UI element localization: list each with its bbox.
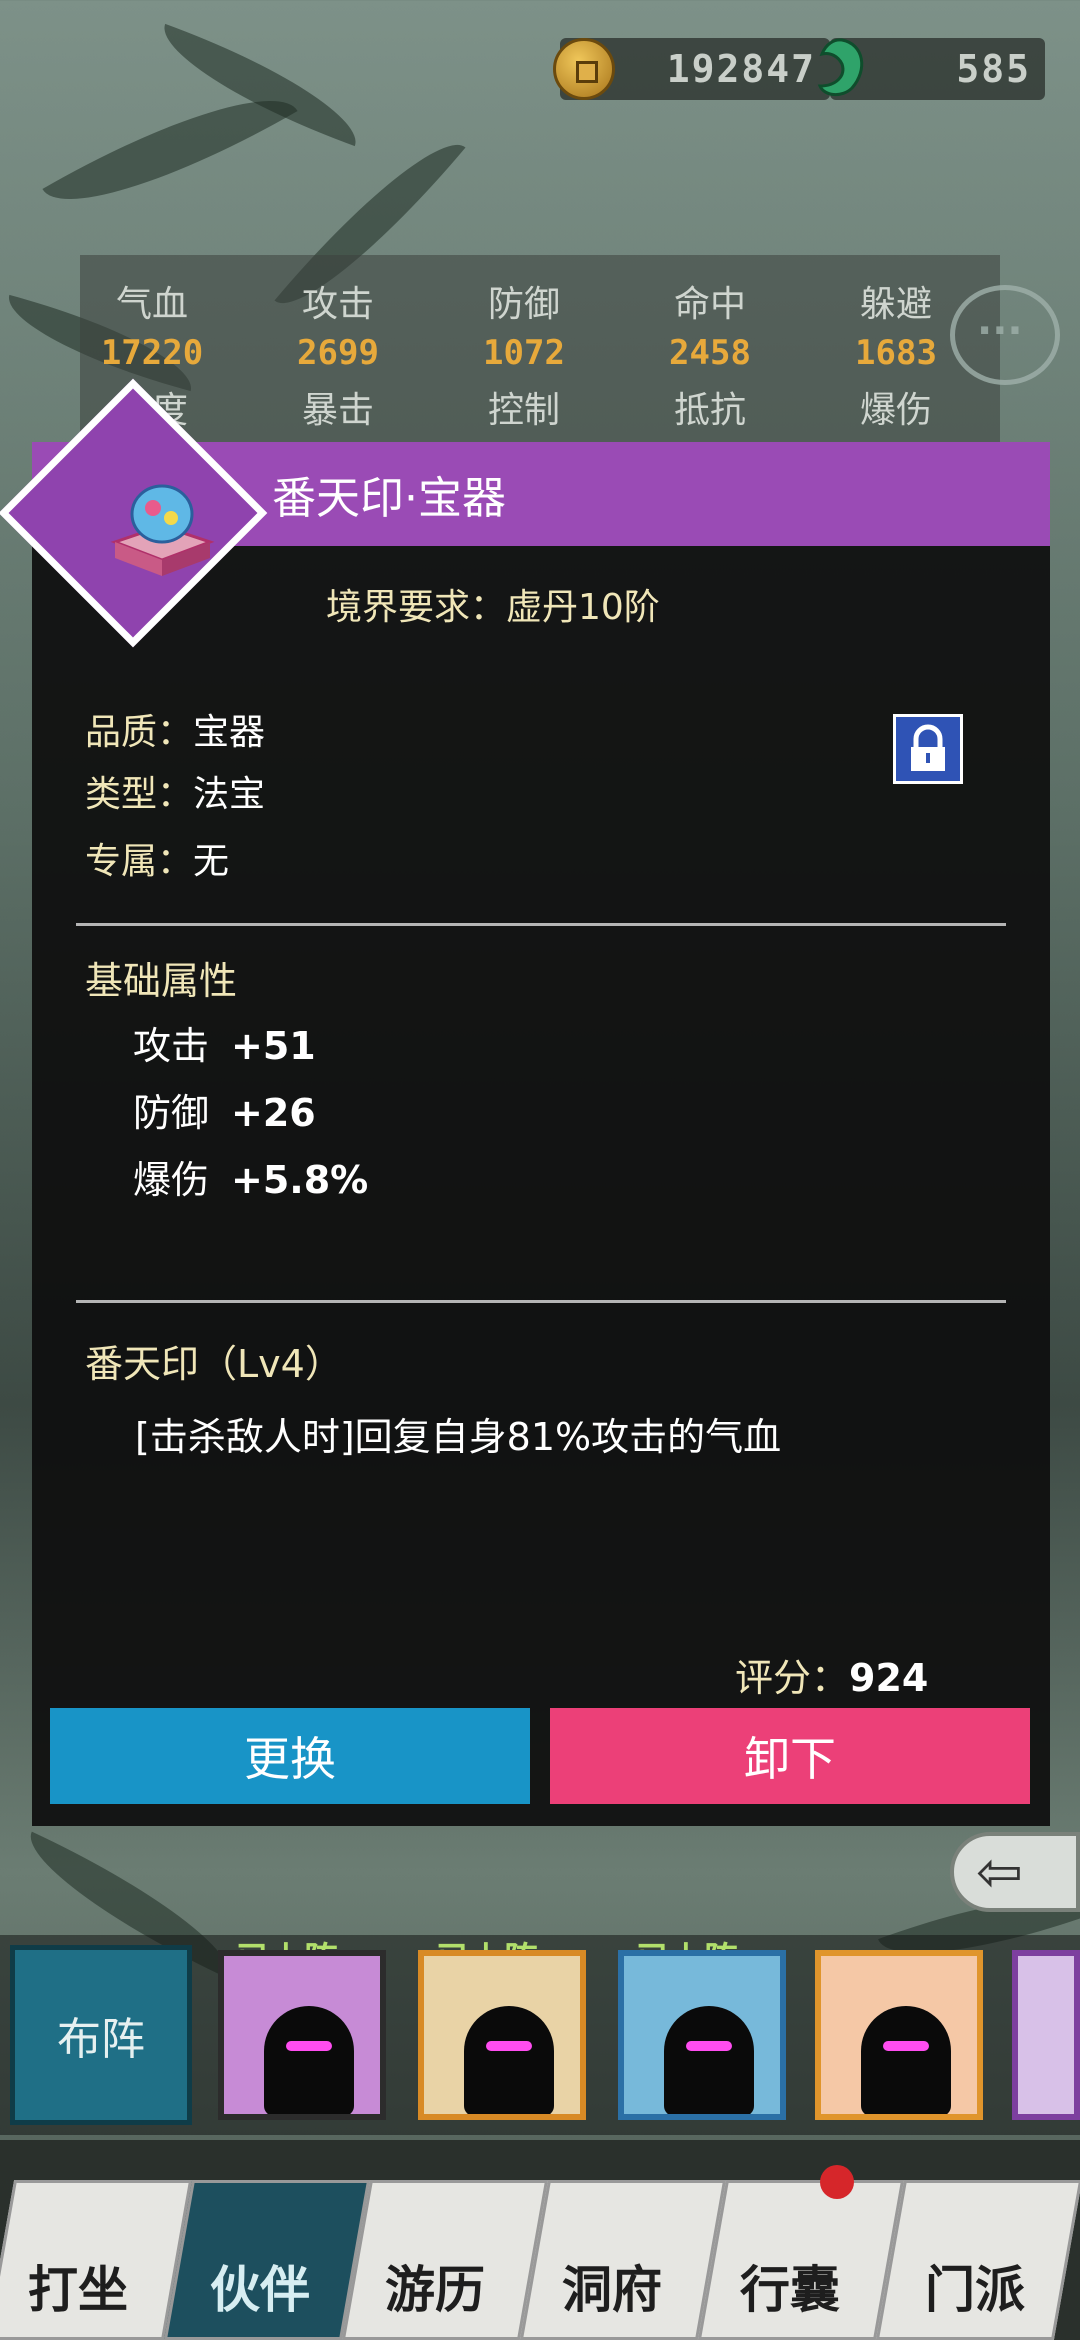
stat-label: 爆伤 [859, 390, 932, 431]
chat-bubble-icon[interactable] [950, 285, 1060, 385]
nav-label: 行囊 [740, 2261, 840, 2319]
stat-label: 暴击 [301, 390, 374, 431]
attr-value: +26 [231, 1091, 316, 1135]
arrow-left-icon: ⇦ [976, 1840, 1023, 1905]
score-value: 924 [849, 1656, 929, 1700]
companion-silhouette [264, 2006, 354, 2114]
attr-name: 攻击 [133, 1024, 210, 1068]
exclusive-label: 专属： [85, 841, 194, 882]
score: 评分：924 [735, 1647, 928, 1702]
type-label: 类型： [85, 774, 194, 815]
skill-description: [击杀敌人时]回复自身81%攻击的气血 [135, 1415, 782, 1459]
stat-label: 防御 [487, 284, 560, 325]
stat-value: 1072 [483, 333, 565, 373]
exclusive-value: 无 [193, 841, 230, 882]
lineup-button[interactable]: 布阵 [10, 1945, 192, 2125]
stat-label: 控制 [487, 390, 560, 431]
companion-eyes [883, 2041, 929, 2051]
notification-dot [820, 2165, 854, 2199]
gold-amount: 192847 [666, 47, 816, 91]
nav-label: 门派 [925, 2261, 1025, 2319]
attr-name: 爆伤 [133, 1158, 210, 1202]
stat-label: 抵抗 [673, 390, 746, 431]
stat-defense: 防御 1072 控制 [464, 275, 584, 433]
stat-label: 气血 [115, 284, 188, 325]
nav-label: 伙伴 [210, 2261, 310, 2319]
type-line: 类型：法宝 [85, 765, 265, 817]
seal-treasure-icon [110, 484, 215, 576]
companion-silhouette [464, 2006, 554, 2114]
stat-hit: 命中 2458 抵抗 [650, 275, 770, 433]
type-value: 法宝 [193, 774, 266, 815]
stat-label: 攻击 [301, 284, 374, 325]
change-button[interactable]: 更换 [50, 1708, 530, 1804]
companion-portrait[interactable] [1012, 1950, 1080, 2120]
companion-portrait[interactable] [218, 1950, 386, 2120]
companion-portrait[interactable] [815, 1950, 983, 2120]
skill-title: 番天印（Lv4） [85, 1342, 343, 1386]
score-label: 评分： [735, 1656, 850, 1700]
companion-portrait[interactable] [618, 1950, 786, 2120]
stat-label: 命中 [673, 284, 746, 325]
quality-line: 品质：宝器 [85, 703, 265, 755]
stat-value: 2699 [297, 333, 379, 373]
stat-label: 躲避 [859, 284, 932, 325]
lock-button[interactable] [893, 714, 963, 784]
item-title: 番天印·宝器 [272, 473, 506, 524]
jade-icon [817, 38, 864, 96]
attr-row: 防御 +26 [133, 1082, 316, 1137]
companion-portrait[interactable] [418, 1950, 586, 2120]
base-attributes-title: 基础属性 [85, 959, 238, 1003]
jade-amount: 585 [956, 47, 1031, 91]
realm-requirement: 境界要求：虚丹10阶 [326, 587, 660, 628]
unequip-button[interactable]: 卸下 [550, 1708, 1030, 1804]
stat-value: 2458 [669, 333, 751, 373]
companion-eyes [486, 2041, 532, 2051]
divider [76, 1300, 1006, 1303]
attr-value: +51 [231, 1024, 316, 1068]
companion-silhouette [861, 2006, 951, 2114]
nav-label: 游历 [385, 2261, 485, 2319]
back-button[interactable]: ⇦ [950, 1832, 1080, 1912]
exclusive-line: 专属：无 [85, 832, 229, 884]
divider [76, 923, 1006, 926]
attr-value: +5.8% [231, 1158, 369, 1202]
quality-label: 品质： [85, 712, 194, 753]
nav-label: 洞府 [562, 2261, 662, 2319]
stat-dodge: 躲避 1683 爆伤 [836, 275, 956, 433]
companion-silhouette [664, 2006, 754, 2114]
stat-value: 1683 [855, 333, 937, 373]
stat-attack: 攻击 2699 暴击 [278, 275, 398, 433]
attr-row: 攻击 +51 [133, 1015, 316, 1070]
coin-icon [553, 38, 615, 100]
stats-panel: 气血 17220 速度 攻击 2699 暴击 防御 1072 控制 命中 245… [80, 255, 1000, 455]
stat-value: 17220 [100, 333, 204, 373]
quality-value: 宝器 [193, 712, 266, 753]
companion-eyes [686, 2041, 732, 2051]
nav-label: 打坐 [28, 2261, 128, 2319]
companion-eyes [286, 2041, 332, 2051]
attr-name: 防御 [133, 1091, 210, 1135]
attr-row: 爆伤 +5.8% [133, 1149, 368, 1204]
lock-icon [911, 724, 945, 771]
